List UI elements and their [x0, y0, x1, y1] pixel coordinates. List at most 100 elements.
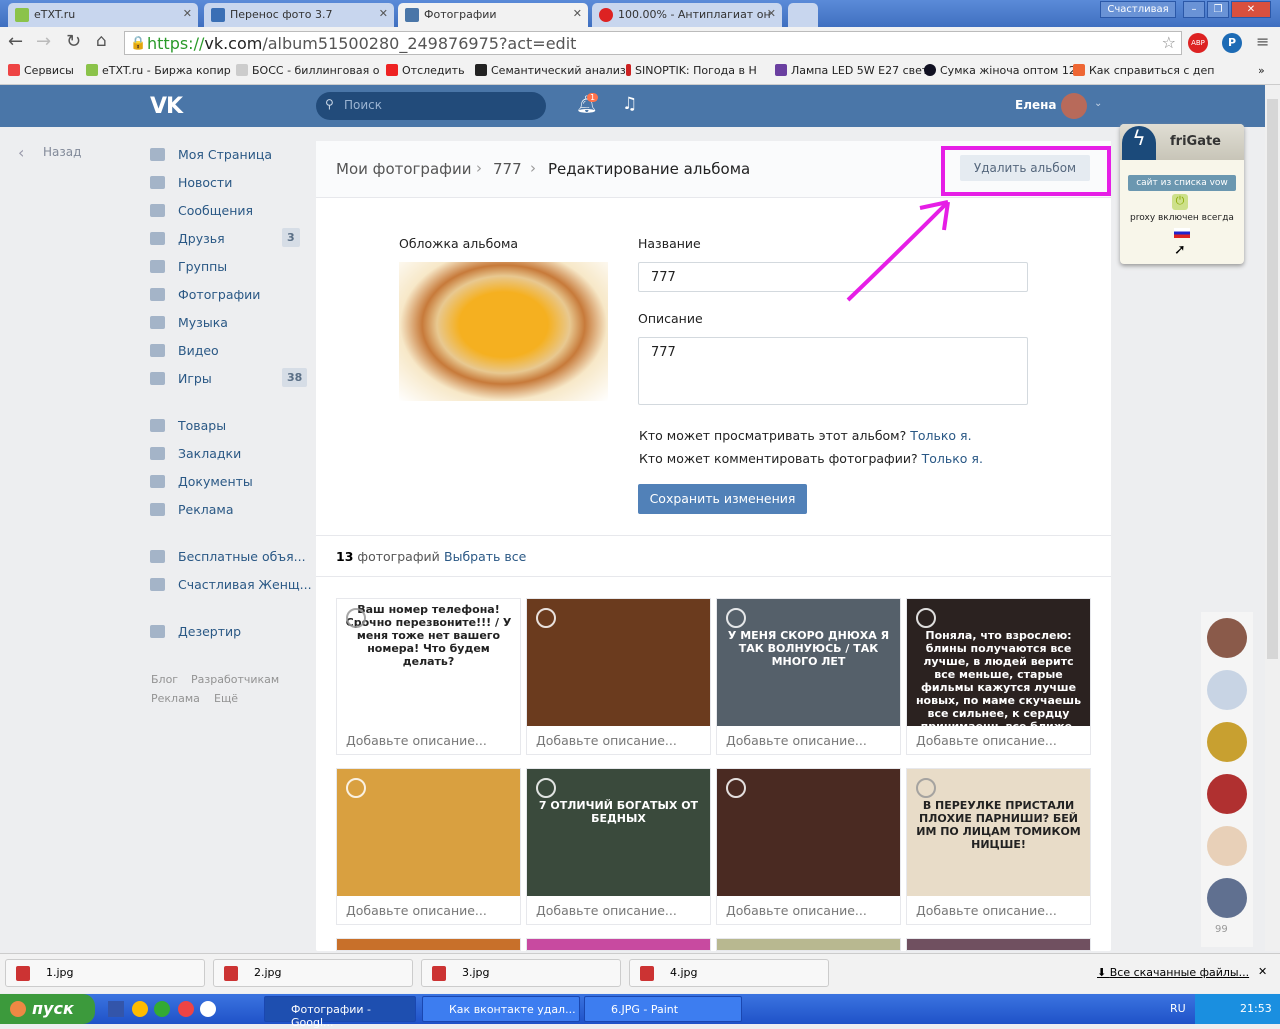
photo-item[interactable]: Поняла, что взрослею: блины получаются в…	[906, 598, 1091, 755]
bookmark-star-icon[interactable]: ☆	[1162, 33, 1176, 52]
select-checkbox[interactable]	[916, 608, 936, 628]
back-icon[interactable]: ←	[8, 31, 23, 52]
photo-caption-input[interactable]: Добавьте описание...	[907, 896, 1090, 926]
photo-item[interactable]: В ПЕРЕУЛКЕ ПРИСТАЛИ ПЛОХИЕ ПАРНИШИ? БЕЙ …	[906, 768, 1091, 925]
footer-developers[interactable]: Разработчикам	[191, 673, 279, 686]
photo-item[interactable]	[526, 938, 711, 951]
select-checkbox[interactable]	[346, 778, 366, 798]
taskbar-window-word[interactable]: Как вконтакте удал...	[422, 996, 580, 1022]
photo-thumbnail[interactable]	[717, 769, 900, 896]
photo-caption-input[interactable]: Добавьте описание...	[717, 896, 900, 926]
extension-p-icon[interactable]: P	[1222, 33, 1242, 53]
footer-ads[interactable]: Реклама	[151, 692, 200, 705]
close-downloads-icon[interactable]: ✕	[1258, 965, 1267, 978]
utorrent-icon[interactable]	[154, 1001, 170, 1017]
music-icon[interactable]: ♫	[622, 94, 637, 114]
photo-thumbnail[interactable]: У МЕНЯ СКОРО ДНЮХА Я ТАК ВОЛНУЮСЬ / ТАК …	[717, 599, 900, 726]
frigate-header[interactable]: ϟ friGate	[1120, 124, 1244, 160]
start-button[interactable]: пуск	[0, 994, 95, 1024]
minimize-button[interactable]: –	[1183, 1, 1205, 18]
search-input[interactable]: ⚲ Поиск	[316, 92, 546, 120]
photo-thumbnail[interactable]	[337, 769, 520, 896]
bookmark-etxt[interactable]: eTXT.ru - Биржа копир	[86, 64, 231, 77]
home-icon[interactable]: ⌂	[96, 31, 107, 51]
chrome-icon[interactable]	[178, 1001, 194, 1017]
select-checkbox[interactable]	[726, 778, 746, 798]
all-downloads-link[interactable]: ⬇ Все скачанные файлы...	[1097, 966, 1249, 979]
chevron-down-icon[interactable]: ⌄	[1094, 98, 1102, 109]
bookmark-boss[interactable]: БОСС - биллинговая о	[236, 64, 379, 77]
profile-button[interactable]: Счастливая	[1100, 1, 1176, 18]
close-tab-icon[interactable]: ✕	[573, 7, 582, 20]
select-checkbox[interactable]	[726, 608, 746, 628]
photo-thumbnail[interactable]: 7 ОТЛИЧИЙ БОГАТЫХ ОТ БЕДНЫХ	[527, 769, 710, 896]
photo-item[interactable]	[716, 938, 901, 951]
scrollbar[interactable]	[1265, 85, 1280, 951]
footer-blog[interactable]: Блог	[151, 673, 178, 686]
download-item[interactable]: 3.jpg	[421, 959, 621, 987]
save-changes-button[interactable]: Сохранить изменения	[638, 484, 807, 514]
bookmark-sinoptik[interactable]: SINOPTIK: Погода в Н	[626, 64, 757, 77]
tab-etxt[interactable]: eTXT.ru ✕	[8, 3, 198, 27]
select-all-link[interactable]: Выбрать все	[444, 549, 526, 564]
back-link[interactable]: Назад	[43, 145, 81, 159]
photo-thumbnail[interactable]: Ваш номер телефона! Срочно перезвоните!!…	[337, 599, 520, 726]
select-checkbox[interactable]	[916, 778, 936, 798]
tab-perenos[interactable]: Перенос фото 3.7 ✕	[204, 3, 394, 27]
download-item[interactable]: 4.jpg	[629, 959, 829, 987]
select-checkbox[interactable]	[536, 608, 556, 628]
friend-avatar[interactable]	[1207, 826, 1247, 866]
photo-thumbnail[interactable]: Поняла, что взрослею: блины получаются в…	[907, 599, 1090, 726]
share-arrow-icon[interactable]: ➚	[1174, 242, 1186, 258]
album-cover-image[interactable]	[399, 262, 608, 401]
power-icon[interactable]: ⏻	[1172, 194, 1188, 210]
quicklaunch-icon[interactable]	[132, 1001, 148, 1017]
download-item[interactable]: 1.jpg	[5, 959, 205, 987]
address-bar[interactable]: 🔒 https://vk.com/album51500280_249876975…	[124, 31, 1182, 55]
friend-avatar[interactable]	[1207, 670, 1247, 710]
footer-more[interactable]: Ещё	[214, 692, 238, 705]
breadcrumb-album[interactable]: 777	[493, 160, 522, 178]
download-item[interactable]: 2.jpg	[213, 959, 413, 987]
adblock-icon[interactable]: ABP	[1188, 33, 1208, 53]
photo-caption-input[interactable]: Добавьте описание...	[337, 896, 520, 926]
photo-item[interactable]: 7 ОТЛИЧИЙ БОГАТЫХ ОТ БЕДНЫХ Добавьте опис…	[526, 768, 711, 925]
bookmark-semantic[interactable]: Семантический анализ	[475, 64, 626, 77]
user-avatar[interactable]	[1061, 93, 1087, 119]
photo-thumbnail[interactable]: В ПЕРЕУЛКЕ ПРИСТАЛИ ПЛОХИЕ ПАРНИШИ? БЕЙ …	[907, 769, 1090, 896]
taskbar-window-chrome[interactable]: Фотографии - Googl...	[264, 996, 416, 1029]
forward-icon[interactable]: →	[36, 31, 51, 52]
comment-privacy-link[interactable]: Только я.	[922, 451, 983, 466]
photo-caption-input[interactable]: Добавьте описание...	[527, 726, 710, 756]
photo-item[interactable]	[336, 938, 521, 951]
tab-photos[interactable]: Фотографии ✕	[398, 3, 588, 27]
close-tab-icon[interactable]: ✕	[183, 7, 192, 20]
taskbar-window-paint[interactable]: 6.JPG - Paint	[584, 996, 742, 1022]
friend-avatar[interactable]	[1207, 878, 1247, 918]
bookmark-bag[interactable]: Сумка жіноча оптом 12	[924, 64, 1076, 77]
photo-thumbnail[interactable]	[527, 599, 710, 726]
scrollbar-thumb[interactable]	[1267, 99, 1278, 659]
friend-avatar[interactable]	[1207, 618, 1247, 658]
maximize-button[interactable]: ❐	[1207, 1, 1229, 18]
yandex-icon[interactable]	[200, 1001, 216, 1017]
quicklaunch-icon[interactable]	[108, 1001, 124, 1017]
photo-item[interactable]	[906, 938, 1091, 951]
photo-item[interactable]: Добавьте описание...	[716, 768, 901, 925]
bookmark-track[interactable]: Отследить	[386, 64, 465, 77]
tab-antiplagiat[interactable]: 100.00% - Антиплагиат он ✕	[592, 3, 782, 27]
bookmark-depression[interactable]: Как справиться с деп	[1073, 64, 1214, 77]
photo-item[interactable]: Добавьте описание...	[336, 768, 521, 925]
friend-avatar[interactable]	[1207, 722, 1247, 762]
close-tab-icon[interactable]: ✕	[379, 7, 388, 20]
menu-icon[interactable]: ≡	[1256, 32, 1269, 51]
breadcrumb-my-photos[interactable]: Мои фотографии	[336, 160, 471, 178]
album-name-input[interactable]: 777	[638, 262, 1028, 292]
new-tab-button[interactable]	[788, 3, 818, 27]
photo-caption-input[interactable]: Добавьте описание...	[337, 726, 520, 756]
language-indicator[interactable]: RU	[1170, 1002, 1186, 1015]
bookmark-lamp[interactable]: Лампа LED 5W E27 свет	[775, 64, 928, 77]
user-name[interactable]: Елена	[1015, 98, 1057, 112]
photo-caption-input[interactable]: Добавьте описание...	[907, 726, 1090, 756]
bookmark-services[interactable]: Сервисы	[8, 64, 74, 77]
